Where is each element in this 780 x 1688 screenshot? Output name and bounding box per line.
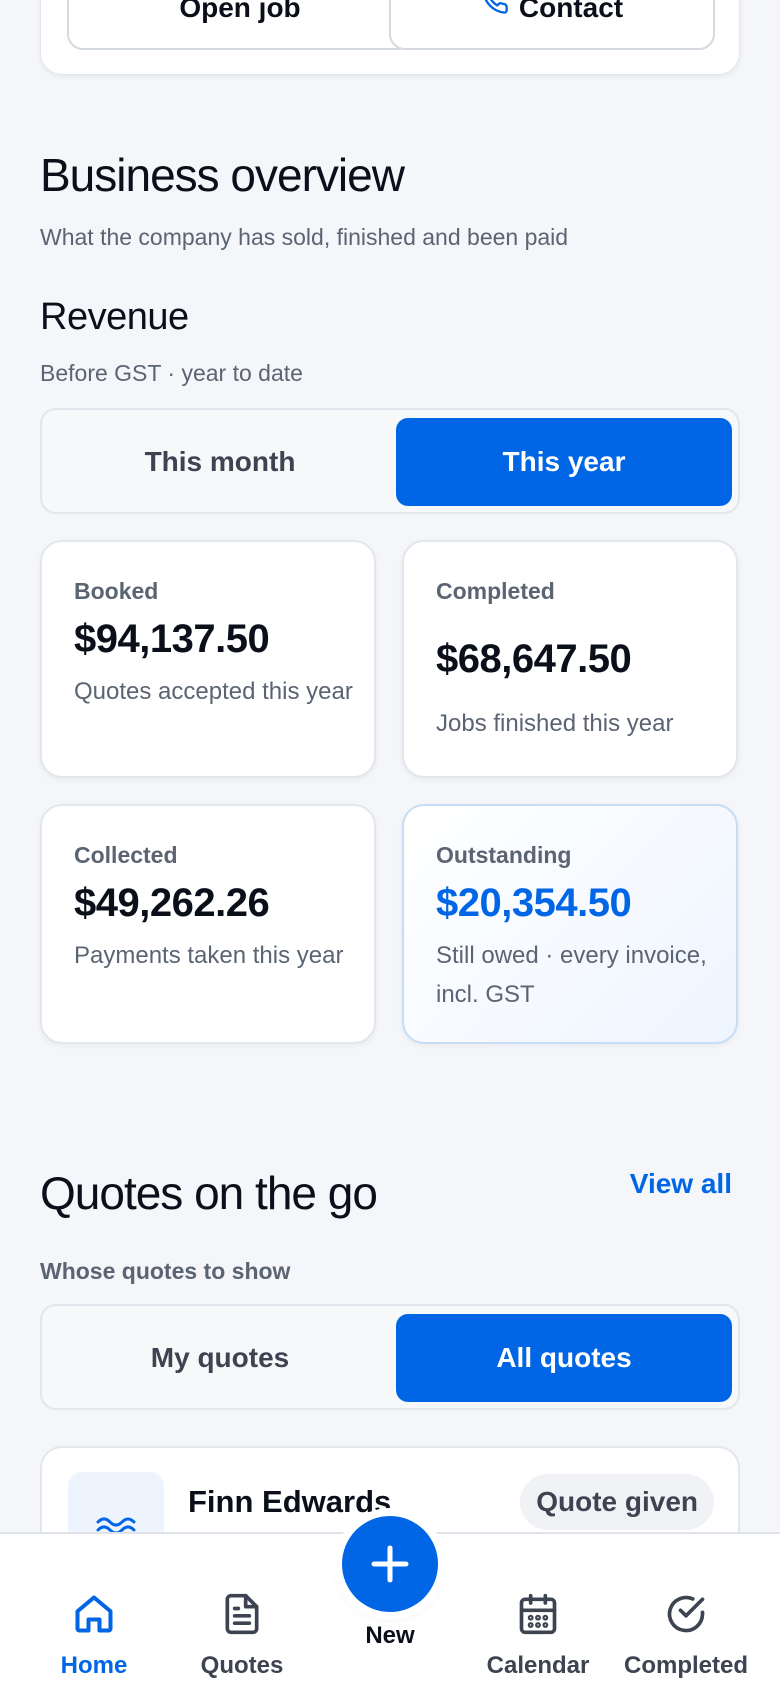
- stat-value: $49,262.26: [74, 881, 270, 925]
- plus-icon: [371, 1545, 409, 1583]
- nav-quotes-label: Quotes: [200, 1652, 284, 1679]
- calendar-icon: [519, 1593, 557, 1635]
- stat-label: Outstanding: [436, 842, 572, 868]
- open-job-label: Open job: [179, 0, 301, 23]
- nav-calendar[interactable]: Calendar: [460, 1534, 616, 1688]
- revenue-title: Revenue: [40, 296, 189, 338]
- new-button-label: New: [365, 1622, 415, 1649]
- job-card: Open job Contact: [40, 0, 740, 75]
- outstanding-card[interactable]: Outstanding $20,354.50 Still owed · ever…: [402, 804, 738, 1044]
- collected-card[interactable]: Collected $49,262.26 Payments taken this…: [40, 804, 376, 1044]
- nav-completed[interactable]: Completed: [608, 1534, 764, 1688]
- stat-description: Jobs finished this year: [436, 710, 674, 737]
- quotes-filter-toggle: My quotes All quotes: [40, 1304, 740, 1410]
- nav-home[interactable]: Home: [16, 1534, 172, 1688]
- this-month-tab[interactable]: This month: [52, 418, 388, 506]
- stat-label: Collected: [74, 842, 178, 868]
- contact-button[interactable]: Contact: [389, 0, 715, 50]
- contact-label: Contact: [518, 0, 624, 23]
- nav-home-label: Home: [60, 1652, 128, 1679]
- overview-title: Business overview: [40, 149, 405, 201]
- nav-completed-label: Completed: [623, 1652, 748, 1679]
- overview-subtitle: What the company has sold, finished and …: [40, 224, 569, 250]
- quotes-title: Quotes on the go: [40, 1167, 378, 1219]
- home-icon: [75, 1595, 113, 1633]
- phone-icon: [481, 0, 509, 24]
- document-icon: [225, 1593, 259, 1635]
- booked-card[interactable]: Booked $94,137.50 Quotes accepted this y…: [40, 540, 376, 778]
- new-button[interactable]: [342, 1516, 438, 1612]
- stat-label: Booked: [74, 578, 159, 604]
- completed-card[interactable]: Completed $68,647.50 Jobs finished this …: [402, 540, 738, 778]
- nav-calendar-label: Calendar: [486, 1652, 590, 1679]
- check-circle-icon: [667, 1595, 705, 1633]
- stat-label: Completed: [436, 578, 555, 604]
- my-quotes-tab[interactable]: My quotes: [52, 1314, 388, 1402]
- open-job-button[interactable]: Open job: [67, 0, 413, 50]
- stat-value: $20,354.50: [436, 881, 632, 925]
- stat-description: Quotes accepted this year: [74, 678, 353, 705]
- view-all-link[interactable]: View all: [630, 1168, 732, 1200]
- period-toggle: This month This year: [40, 408, 740, 514]
- stat-description: Still owed · every invoice, incl. GST: [436, 942, 707, 1008]
- app-screen: Open job Contact Business overview What …: [0, 0, 780, 1688]
- nav-quotes[interactable]: Quotes: [164, 1534, 320, 1688]
- stat-value: $94,137.50: [74, 617, 270, 661]
- stat-description: Payments taken this year: [74, 942, 344, 969]
- this-year-tab[interactable]: This year: [396, 418, 732, 506]
- stat-value: $68,647.50: [436, 637, 632, 681]
- revenue-subtitle: Before GST · year to date: [40, 360, 303, 386]
- quote-client-name: Finn Edwards: [188, 1484, 392, 1519]
- all-quotes-tab[interactable]: All quotes: [396, 1314, 732, 1402]
- status-badge: Quote given: [520, 1474, 714, 1530]
- quotes-filter-label: Whose quotes to show: [40, 1258, 291, 1284]
